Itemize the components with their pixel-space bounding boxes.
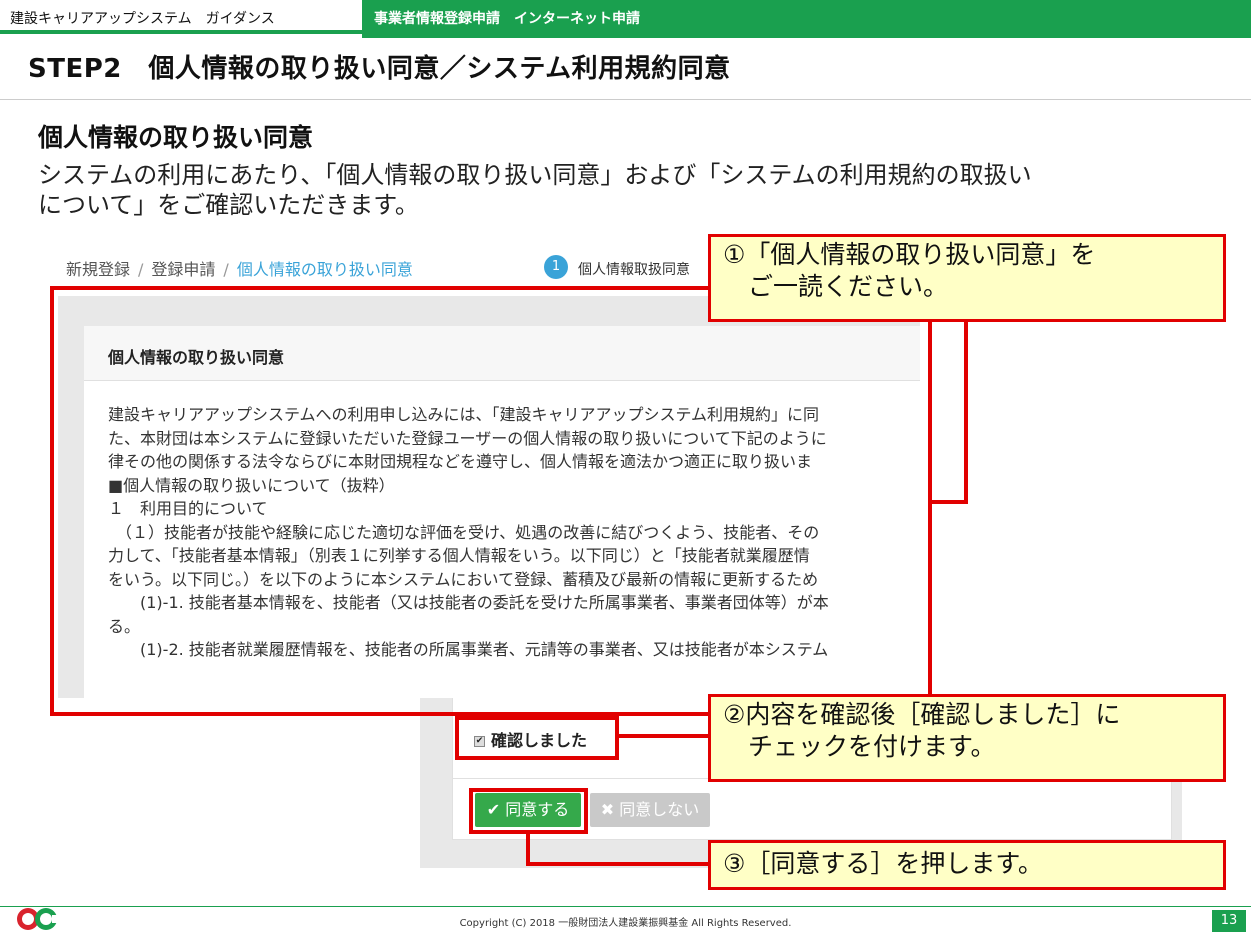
callout-read-consent: ①「個人情報の取り扱い同意」を ご一読ください。 [708,234,1226,322]
connector-line [930,500,968,504]
breadcrumb: 新規登録 / 登録申請 / 個人情報の取り扱い同意 [66,256,413,280]
callout-2-line-2: チェックを付けます。 [723,732,996,761]
header-guidance-label: 建設キャリアアップシステム ガイダンス [0,0,362,34]
copyright-text: Copyright (C) 2018 一般財団法人建設業振興基金 All Rig… [459,918,792,929]
highlight-frame-agree [469,788,588,834]
connector-line [526,862,712,866]
callout-3-text: ③［同意する］を押します。 [723,849,1043,878]
page-number: 13 [1212,910,1246,932]
connector-line [964,318,968,504]
breadcrumb-separator: / [138,260,144,279]
intro-text: システムの利用にあたり、「個人情報の取り扱い同意」および「システムの利用規約の取… [38,160,1208,220]
highlight-frame-checkbox [455,716,619,760]
intro-line-2: について」をご確認いただきます。 [38,191,419,219]
disagree-button[interactable]: ✖ 同意しない [590,793,710,827]
connector-line [526,832,530,866]
callout-check-confirm: ②内容を確認後［確認しました］に チェックを付けます。 [708,694,1226,782]
callout-1-line-1: ①「個人情報の取り扱い同意」を [723,240,1096,269]
footer-divider [0,906,1251,907]
breadcrumb-separator: / [223,260,229,279]
callout-2-line-1: ②内容を確認後［確認しました］に [723,700,1121,729]
step-indicator-label: 個人情報取扱同意 [578,262,690,278]
step-number-badge: 1 [544,255,568,279]
breadcrumb-item-current: 個人情報の取り扱い同意 [236,260,413,279]
intro-line-1: システムの利用にあたり、「個人情報の取り扱い同意」および「システムの利用規約の取… [38,161,1032,189]
breadcrumb-item-registration-application[interactable]: 登録申請 [151,260,215,279]
connector-line [617,734,711,738]
highlight-frame-consent [50,286,932,716]
section-heading: 個人情報の取り扱い同意 [38,123,314,152]
step-title: STEP2 個人情報の取り扱い同意／システム利用規約同意 [28,54,731,84]
header-section-label: 事業者情報登録申請 インターネット申請 [362,0,1251,38]
breadcrumb-item-new-registration[interactable]: 新規登録 [66,260,130,279]
top-header: 建設キャリアアップシステム ガイダンス 事業者情報登録申請 インターネット申請 [0,0,1251,38]
callout-1-line-2: ご一読ください。 [723,272,949,301]
callout-press-agree: ③［同意する］を押します。 [708,840,1226,890]
title-divider [0,99,1251,100]
